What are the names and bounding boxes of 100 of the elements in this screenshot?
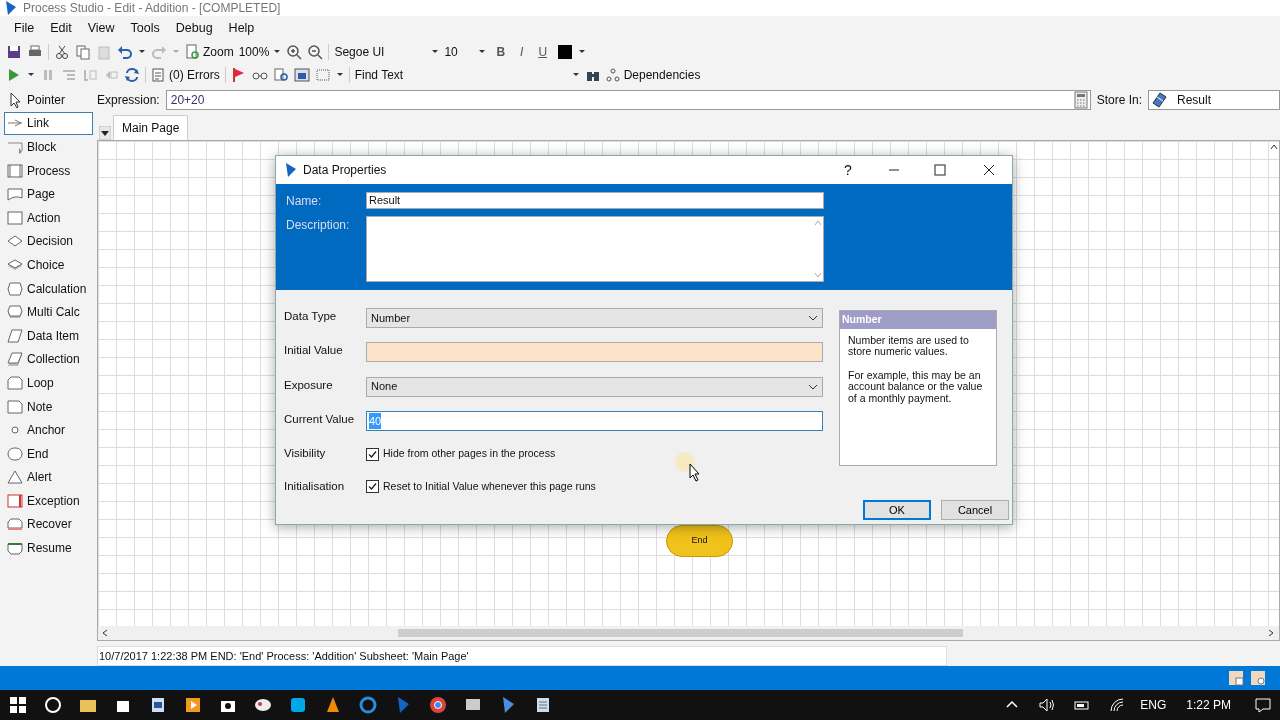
input-field[interactable]: [366, 342, 823, 363]
font-dropdown[interactable]: Segoe UI: [334, 42, 440, 61]
toolbox-item[interactable]: Note: [4, 394, 93, 419]
chevron-down-icon: [808, 314, 818, 322]
field-label: Exposure: [284, 377, 334, 393]
zoom-in-icon[interactable]: [286, 43, 303, 60]
cut-icon[interactable]: [54, 43, 70, 60]
description-label: Description:: [286, 217, 351, 234]
store-in-field[interactable]: Result: [1148, 90, 1280, 110]
toolbox-item[interactable]: Recover: [4, 512, 93, 537]
checklist-icon: [151, 66, 165, 83]
menu-item[interactable]: View: [79, 16, 123, 40]
expression-label: Expression:: [97, 92, 160, 109]
description-field[interactable]: [366, 216, 824, 282]
toolbox-item[interactable]: Alert: [4, 465, 93, 490]
dependencies-icon: [605, 66, 620, 83]
eraser-icon: [1151, 92, 1167, 108]
toolbox-item[interactable]: Page: [4, 182, 93, 206]
refresh-icon[interactable]: [124, 66, 140, 83]
menu-item[interactable]: Edit: [42, 16, 80, 40]
end-node[interactable]: End: [666, 525, 733, 557]
page-tab[interactable]: Main Page: [113, 115, 189, 140]
dependencies-button[interactable]: Dependencies: [623, 65, 701, 84]
expression-field[interactable]: 20+20: [165, 90, 1091, 110]
block-shape-icon: [7, 139, 23, 155]
checkbox[interactable]: [366, 480, 379, 494]
toolbox-item[interactable]: Pointer: [4, 88, 93, 112]
font-size-dropdown[interactable]: 10: [444, 42, 487, 61]
paint-icon[interactable]: [253, 696, 272, 714]
checkbox-label[interactable]: Hide from other pages in the process: [383, 446, 556, 463]
dropdown-field[interactable]: Number: [366, 308, 823, 328]
scroll-up-icon: [1270, 143, 1278, 151]
toolbox-item[interactable]: Loop: [4, 371, 93, 395]
italic-button[interactable]: I: [515, 42, 529, 61]
chat-icon[interactable]: [288, 696, 307, 714]
toolbox-item[interactable]: Multi Calc: [4, 300, 93, 324]
caret-icon: [431, 49, 440, 54]
toolbox-item[interactable]: Calculation: [4, 276, 93, 301]
name-field[interactable]: Result: [366, 192, 824, 209]
multicalc-shape-icon: [7, 304, 23, 321]
scroll-right-icon: [1267, 629, 1275, 637]
errors-button[interactable]: (0) Errors: [169, 65, 220, 84]
toolbox-item[interactable]: Decision: [4, 229, 93, 254]
caret-icon[interactable]: [27, 72, 35, 77]
scrollbar-thumb[interactable]: [398, 629, 963, 637]
toolbox-item[interactable]: Collection: [4, 347, 93, 372]
app-logo-icon: [4, 0, 17, 16]
caret-icon[interactable]: [578, 49, 587, 54]
cancel-button[interactable]: Cancel: [941, 500, 1009, 520]
find-text-field[interactable]: Find Text: [354, 65, 580, 84]
browser-icon[interactable]: [428, 696, 447, 714]
zoom-out-icon[interactable]: [307, 43, 324, 60]
chevron-down-icon: [808, 382, 818, 391]
bold-button[interactable]: B: [491, 42, 511, 61]
exception-shape-icon: [7, 492, 23, 509]
loop-shape-icon: [7, 374, 23, 391]
caret-icon[interactable]: [335, 72, 344, 77]
name-label: Name:: [286, 193, 323, 210]
toolbox-item[interactable]: Action: [4, 205, 93, 230]
toolbox-item[interactable]: Exception: [4, 489, 93, 513]
document-search-icon[interactable]: [272, 66, 289, 83]
recover-shape-icon: [7, 516, 23, 533]
tab-menu-caret-icon[interactable]: [99, 126, 111, 140]
copy-icon[interactable]: [75, 43, 91, 60]
caret-icon[interactable]: [138, 49, 146, 54]
toolbox-item[interactable]: Choice: [4, 253, 93, 277]
menu-item[interactable]: Help: [220, 16, 263, 40]
checkbox-label[interactable]: Reset to Initial Value whenever this page runs: [383, 478, 596, 495]
toolbox-item[interactable]: Link: [4, 111, 93, 136]
toolbox-item[interactable]: Resume: [4, 536, 93, 560]
menu-item[interactable]: Tools: [122, 16, 168, 40]
wifi-icon[interactable]: [1107, 696, 1126, 714]
window-icon[interactable]: [293, 66, 310, 83]
underline-button[interactable]: U: [533, 42, 553, 61]
color-swatch-icon[interactable]: [557, 43, 574, 60]
dataitem-shape-icon: [7, 327, 23, 344]
calculator-icon[interactable]: [1071, 91, 1090, 109]
windows-start-icon[interactable]: [8, 696, 27, 714]
page-refresh-icon: [185, 43, 199, 60]
toolbox-item[interactable]: Anchor: [4, 418, 93, 442]
zoom-dropdown[interactable]: 100%: [238, 42, 282, 61]
help-button[interactable]: ?: [828, 159, 868, 181]
checkbox[interactable]: [366, 447, 379, 461]
language-indicator[interactable]: ENG: [1134, 696, 1179, 714]
save-icon[interactable]: [6, 43, 22, 60]
toolbox-item[interactable]: End: [4, 441, 93, 466]
dropdown-field[interactable]: None: [366, 376, 823, 397]
toolbox-item[interactable]: Data Item: [4, 323, 93, 348]
dotted-frame-icon[interactable]: [314, 66, 331, 83]
media-player-icon[interactable]: [183, 696, 202, 714]
field-label: Visibility: [284, 446, 327, 462]
toolbox-item[interactable]: Block: [4, 135, 93, 159]
menu-item[interactable]: Debug: [167, 16, 221, 40]
ok-button[interactable]: OK: [863, 500, 931, 520]
volume-icon[interactable]: [1037, 696, 1056, 714]
clock[interactable]: 1:22 PM: [1178, 696, 1245, 714]
search-icon[interactable]: [43, 696, 62, 714]
notifications-icon[interactable]: [1253, 696, 1272, 714]
toolbox-item[interactable]: Process: [4, 158, 93, 183]
menu-item[interactable]: File: [6, 16, 43, 40]
